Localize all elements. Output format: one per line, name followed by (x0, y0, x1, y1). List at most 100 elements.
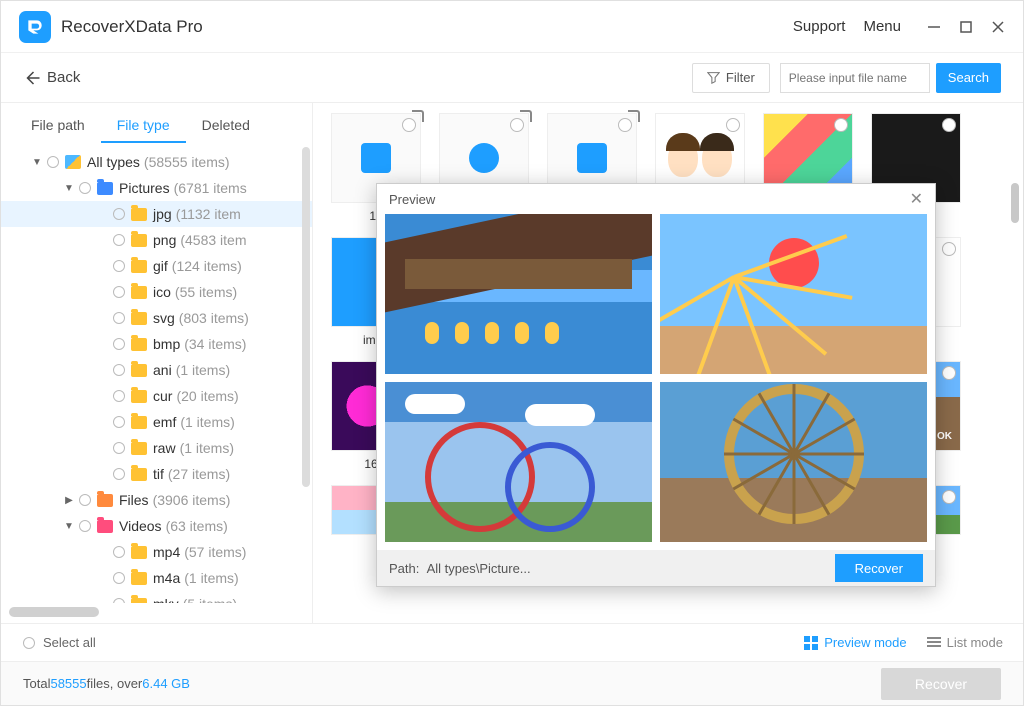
tree-node-tif[interactable]: tif(27 items) (1, 461, 312, 487)
status-file-count: 58555 (50, 676, 86, 691)
preview-mode-label: Preview mode (824, 635, 906, 650)
expand-icon[interactable]: ▼ (29, 157, 45, 168)
preview-recover-button[interactable]: Recover (835, 554, 923, 582)
support-link[interactable]: Support (793, 18, 846, 35)
tab-deleted[interactable]: Deleted (186, 113, 266, 143)
grid-scrollbar[interactable] (1011, 183, 1019, 223)
preview-path-value: All types\Picture... (427, 561, 531, 576)
folder-icon (131, 442, 147, 455)
tree-node-pictures[interactable]: ▼ Pictures(6781 items (1, 175, 312, 201)
folder-icon (131, 364, 147, 377)
folder-icon (131, 338, 147, 351)
folder-icon (131, 416, 147, 429)
thumb-checkbox[interactable] (942, 242, 956, 256)
sidebar-h-scroll[interactable] (9, 607, 304, 619)
tree-node-bmp[interactable]: bmp(34 items) (1, 331, 312, 357)
tree-node-mp4[interactable]: mp4(57 items) (1, 539, 312, 565)
preview-image[interactable] (385, 382, 652, 542)
app-window: RecoverXData Pro Support Menu Back Filte… (0, 0, 1024, 706)
folder-icon (131, 598, 147, 604)
thumb-checkbox[interactable] (726, 118, 740, 132)
thumb-checkbox[interactable] (834, 118, 848, 132)
thumb-checkbox[interactable] (942, 118, 956, 132)
preview-title: Preview (389, 192, 435, 207)
preview-path-label: Path: (389, 561, 419, 576)
folder-icon (97, 520, 113, 533)
preview-close-button[interactable]: ✕ (910, 189, 923, 209)
preview-image[interactable] (660, 214, 927, 374)
status-total-mid: files, over (87, 676, 143, 691)
filter-button[interactable]: Filter (692, 63, 770, 93)
tree-node-cur[interactable]: cur(20 items) (1, 383, 312, 409)
thumb-checkbox[interactable] (942, 366, 956, 380)
preview-grid (377, 214, 935, 550)
radio[interactable] (113, 338, 125, 350)
menu-link[interactable]: Menu (863, 18, 901, 35)
tree[interactable]: ▼ All types(58555 items) ▼ Pictures(6781… (1, 143, 312, 603)
radio[interactable] (113, 286, 125, 298)
preview-header: Preview ✕ (377, 184, 935, 214)
search-input[interactable] (780, 63, 930, 93)
radio[interactable] (79, 182, 91, 194)
list-icon (927, 637, 941, 649)
tree-node-emf[interactable]: emf(1 items) (1, 409, 312, 435)
radio[interactable] (113, 234, 125, 246)
expand-icon[interactable]: ▼ (61, 521, 77, 532)
radio[interactable] (113, 390, 125, 402)
radio[interactable] (113, 598, 125, 603)
radio[interactable] (113, 572, 125, 584)
radio[interactable] (79, 494, 91, 506)
folder-icon (131, 572, 147, 585)
thumb-checkbox[interactable] (402, 118, 416, 132)
tree-node-ani[interactable]: ani(1 items) (1, 357, 312, 383)
tree-node-gif[interactable]: gif(124 items) (1, 253, 312, 279)
thumb-checkbox[interactable] (510, 118, 524, 132)
preview-image[interactable] (660, 382, 927, 542)
preview-mode-button[interactable]: Preview mode (804, 635, 906, 650)
minimize-button[interactable] (927, 20, 941, 34)
radio[interactable] (113, 260, 125, 272)
radio[interactable] (113, 364, 125, 376)
tab-file-type[interactable]: File type (101, 113, 186, 143)
tree-node-raw[interactable]: raw(1 items) (1, 435, 312, 461)
select-all-radio[interactable] (23, 637, 35, 649)
close-button[interactable] (991, 20, 1005, 34)
select-all[interactable]: Select all (21, 635, 96, 650)
tab-file-path[interactable]: File path (15, 113, 101, 143)
maximize-button[interactable] (959, 20, 973, 34)
back-button[interactable]: Back (23, 69, 80, 87)
toolbar: Back Filter Search (1, 53, 1023, 103)
radio[interactable] (113, 468, 125, 480)
expand-icon[interactable]: ▼ (61, 183, 77, 194)
search-button[interactable]: Search (936, 63, 1001, 93)
tree-scrollbar[interactable] (302, 147, 310, 487)
radio[interactable] (47, 156, 59, 168)
tree-node-ico[interactable]: ico(55 items) (1, 279, 312, 305)
preview-image[interactable] (385, 214, 652, 374)
thumb-checkbox[interactable] (942, 490, 956, 504)
radio[interactable] (113, 416, 125, 428)
list-mode-button[interactable]: List mode (927, 635, 1003, 650)
tree-node-jpg[interactable]: jpg(1132 item (1, 201, 312, 227)
folder-icon (131, 286, 147, 299)
tree-node-png[interactable]: png(4583 item (1, 227, 312, 253)
tree-node-files[interactable]: ▶Files(3906 items) (1, 487, 312, 513)
tree-node-videos[interactable]: ▼Videos(63 items) (1, 513, 312, 539)
radio[interactable] (113, 208, 125, 220)
folder-icon (97, 494, 113, 507)
folder-icon (97, 182, 113, 195)
tree-node-svg[interactable]: svg(803 items) (1, 305, 312, 331)
tree-node-mkv[interactable]: mkv(5 items) (1, 591, 312, 603)
all-types-icon (65, 155, 81, 169)
radio[interactable] (113, 546, 125, 558)
expand-icon[interactable]: ▶ (61, 495, 77, 506)
tree-node-all-types[interactable]: ▼ All types(58555 items) (1, 149, 312, 175)
tree-node-m4a[interactable]: m4a(1 items) (1, 565, 312, 591)
app-title: RecoverXData Pro (61, 17, 203, 37)
sidebar-tabs: File path File type Deleted (1, 103, 312, 143)
thumb-checkbox[interactable] (618, 118, 632, 132)
recover-button[interactable]: Recover (881, 668, 1001, 700)
radio[interactable] (113, 442, 125, 454)
radio[interactable] (113, 312, 125, 324)
radio[interactable] (79, 520, 91, 532)
